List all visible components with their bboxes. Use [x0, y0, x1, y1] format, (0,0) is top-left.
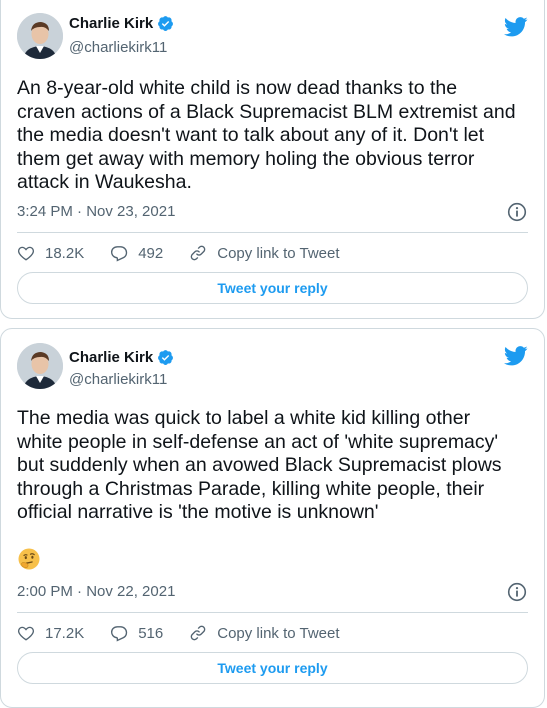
- twitter-bird-icon[interactable]: [504, 346, 528, 366]
- heart-icon: [17, 626, 35, 641]
- like-button[interactable]: 17.2K: [17, 624, 84, 642]
- author-display-name[interactable]: Charlie Kirk: [69, 349, 153, 366]
- author-display-name[interactable]: Charlie Kirk: [69, 15, 153, 32]
- author-handle[interactable]: @charliekirk11: [69, 39, 167, 56]
- tweet-your-reply-button[interactable]: Tweet your reply: [17, 272, 528, 304]
- heart-icon: [17, 246, 35, 261]
- avatar[interactable]: [17, 13, 63, 59]
- tweet-timestamp[interactable]: 2:00 PM · Nov 22, 2021: [17, 583, 175, 600]
- tweet-actions: 18.2K 492 Copy link to Tweet: [17, 244, 366, 262]
- copy-link-button[interactable]: Copy link to Tweet: [189, 244, 340, 262]
- tweet-text: An 8-year-old white child is now dead th…: [17, 77, 516, 194]
- reply-button[interactable]: 516: [110, 624, 163, 642]
- like-button[interactable]: 18.2K: [17, 244, 84, 262]
- author-name-row[interactable]: Charlie Kirk: [69, 15, 174, 32]
- tweet-your-reply-button[interactable]: Tweet your reply: [17, 652, 528, 684]
- copy-link-button[interactable]: Copy link to Tweet: [189, 624, 340, 642]
- thinking-face-emoji: [18, 548, 40, 570]
- like-count: 17.2K: [45, 624, 85, 642]
- reply-button[interactable]: 492: [110, 244, 163, 262]
- copy-link-label: Copy link to Tweet: [217, 244, 340, 262]
- verified-badge-icon: [158, 350, 174, 365]
- reply-icon: [111, 626, 128, 642]
- info-icon[interactable]: [507, 202, 527, 222]
- author-name-row[interactable]: Charlie Kirk: [69, 349, 174, 366]
- tweet-card[interactable]: Charlie Kirk @charliekirk11 The media wa…: [0, 328, 545, 708]
- tweet-timestamp[interactable]: 3:24 PM · Nov 23, 2021: [17, 203, 175, 220]
- link-icon: [190, 245, 206, 261]
- reply-count: 492: [138, 244, 164, 262]
- tweet-card[interactable]: Charlie Kirk @charliekirk11 An 8-year-ol…: [0, 0, 545, 319]
- author-handle[interactable]: @charliekirk11: [69, 371, 167, 388]
- tweet-text: The media was quick to label a white kid…: [17, 407, 502, 524]
- divider: [17, 612, 528, 613]
- copy-link-label: Copy link to Tweet: [217, 624, 340, 642]
- reply-count: 516: [138, 624, 164, 642]
- divider: [17, 232, 528, 233]
- avatar[interactable]: [17, 343, 63, 389]
- reply-icon: [111, 246, 128, 262]
- link-icon: [190, 625, 206, 641]
- twitter-bird-icon[interactable]: [504, 17, 528, 37]
- verified-badge-icon: [158, 16, 174, 31]
- tweet-actions: 17.2K 516 Copy link to Tweet: [17, 624, 366, 642]
- info-icon[interactable]: [507, 582, 527, 602]
- like-count: 18.2K: [45, 244, 85, 262]
